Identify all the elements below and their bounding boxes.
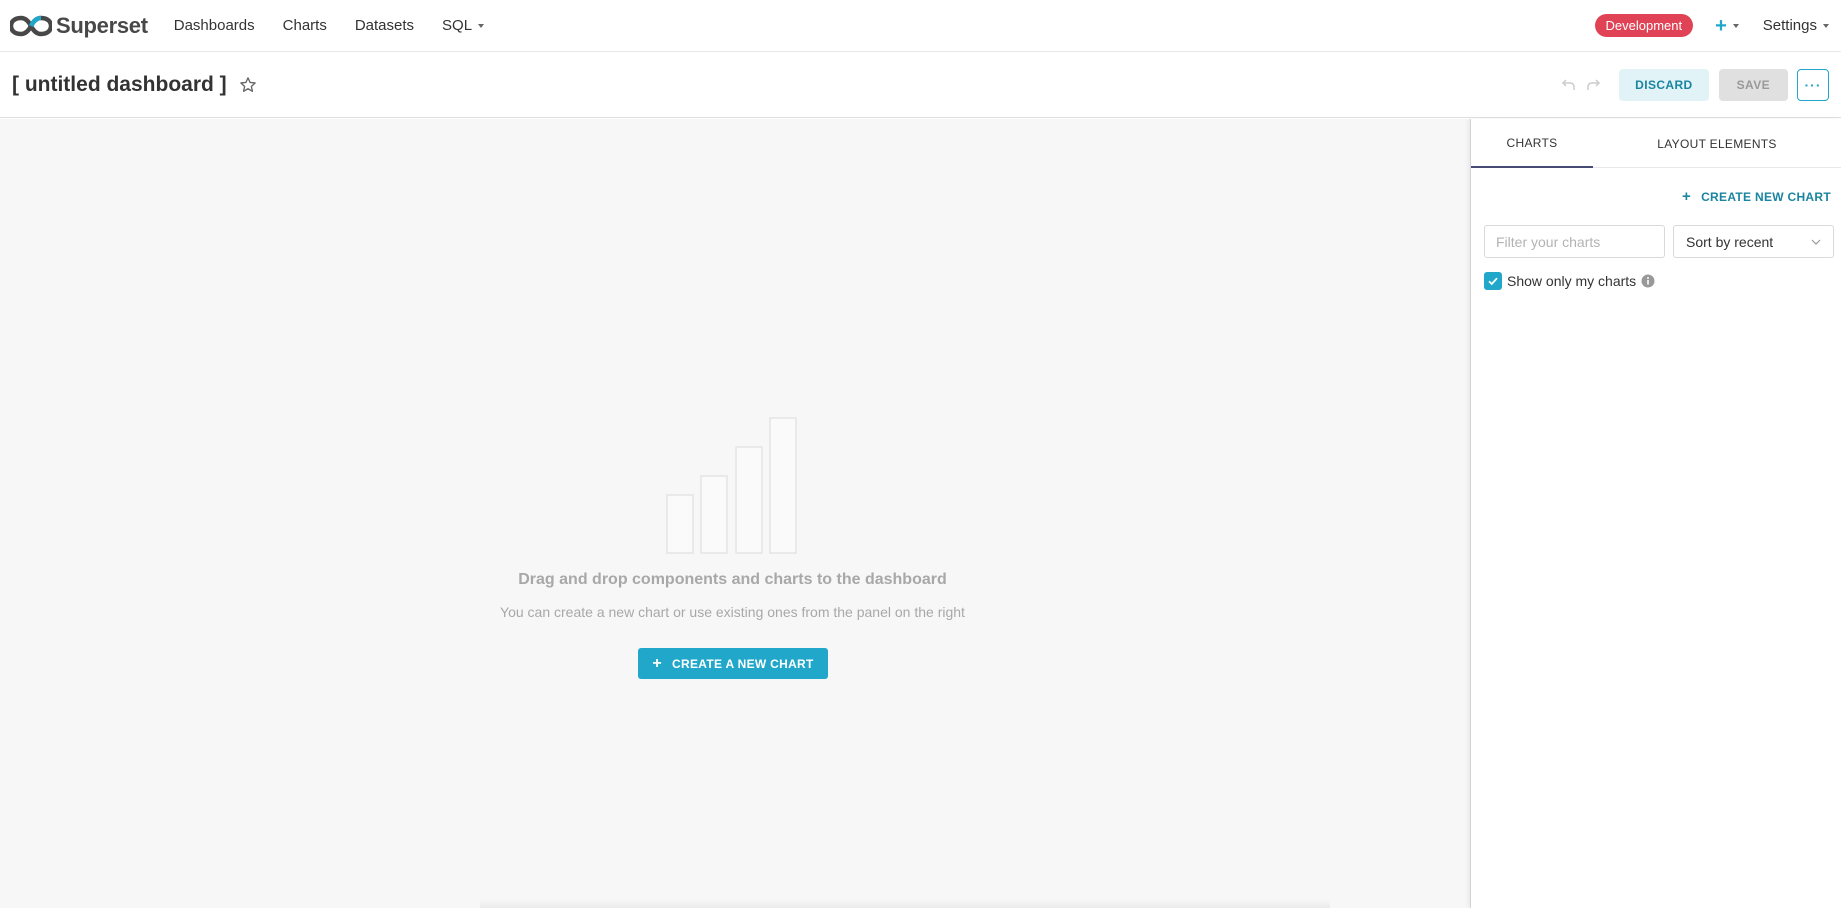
empty-state-title: Drag and drop components and charts to t… — [518, 571, 947, 588]
nav-sql-dropdown[interactable]: SQL — [428, 17, 498, 34]
caret-down-icon — [1732, 23, 1739, 28]
panel-tabs: CHARTS LAYOUT ELEMENTS — [1471, 119, 1841, 168]
create-new-chart-link[interactable]: + CREATE NEW CHART — [1682, 188, 1831, 205]
undo-redo-group — [1561, 77, 1601, 93]
show-only-my-charts-label: Show only my charts — [1507, 273, 1637, 289]
create-new-chart-label: CREATE A NEW CHART — [672, 656, 814, 671]
nav-charts[interactable]: Charts — [269, 17, 341, 34]
redo-icon[interactable] — [1585, 77, 1601, 93]
nav-right: Development + Settings — [1594, 14, 1829, 37]
caret-down-icon — [478, 23, 485, 28]
sort-select[interactable]: Sort by recent — [1673, 225, 1834, 258]
header-actions: DISCARD SAVE ··· — [1561, 68, 1829, 101]
create-new-chart-button[interactable]: + CREATE A NEW CHART — [638, 648, 828, 679]
plus-icon: + — [1682, 188, 1692, 205]
ellipsis-icon: ··· — [1804, 76, 1822, 93]
dashboard-header: [ untitled dashboard ] DISCARD SAVE ··· — [0, 52, 1841, 118]
nav-datasets[interactable]: Datasets — [341, 17, 428, 34]
superset-logo-icon — [10, 15, 52, 36]
star-icon[interactable] — [239, 76, 257, 94]
settings-dropdown[interactable]: Settings — [1763, 17, 1829, 34]
more-options-button[interactable]: ··· — [1797, 68, 1829, 101]
check-icon — [1488, 277, 1498, 286]
create-new-chart-link-label: CREATE NEW CHART — [1701, 189, 1831, 204]
drop-zone-shadow — [480, 899, 1330, 908]
chevron-down-icon — [1811, 239, 1821, 245]
brand-name: Superset — [56, 12, 148, 38]
empty-chart-illustration — [666, 417, 797, 554]
builder-side-panel: CHARTS LAYOUT ELEMENTS + CREATE NEW CHAR… — [1470, 119, 1841, 908]
settings-label: Settings — [1762, 17, 1817, 34]
brand[interactable]: Superset — [10, 13, 148, 39]
nav-sql-label: SQL — [442, 17, 473, 34]
plus-icon: + — [652, 654, 663, 672]
undo-icon[interactable] — [1561, 77, 1577, 93]
nav-dashboards[interactable]: Dashboards — [160, 17, 269, 34]
discard-button[interactable]: DISCARD — [1619, 68, 1709, 101]
tab-charts[interactable]: CHARTS — [1471, 119, 1594, 168]
dashboard-canvas[interactable]: Drag and drop components and charts to t… — [0, 119, 1470, 908]
save-button[interactable]: SAVE — [1718, 68, 1788, 101]
show-only-my-charts-row: Show only my charts — [1484, 272, 1655, 290]
info-icon[interactable] — [1641, 274, 1655, 288]
show-only-my-charts-checkbox[interactable] — [1484, 272, 1502, 290]
main-nav: Dashboards Charts Datasets SQL — [160, 17, 498, 34]
environment-badge: Development — [1594, 14, 1694, 37]
top-navbar: Superset Dashboards Charts Datasets SQL … — [0, 0, 1841, 52]
plus-icon: + — [1715, 14, 1727, 37]
sort-selected-value: Sort by recent — [1686, 233, 1774, 250]
empty-state-subtitle: You can create a new chart or use existi… — [500, 604, 965, 620]
caret-down-icon — [1823, 23, 1829, 28]
dashboard-title[interactable]: [ untitled dashboard ] — [12, 73, 227, 97]
filter-charts-input[interactable] — [1484, 225, 1665, 258]
new-item-dropdown[interactable]: + — [1715, 16, 1739, 36]
tab-layout-elements[interactable]: LAYOUT ELEMENTS — [1593, 119, 1841, 168]
